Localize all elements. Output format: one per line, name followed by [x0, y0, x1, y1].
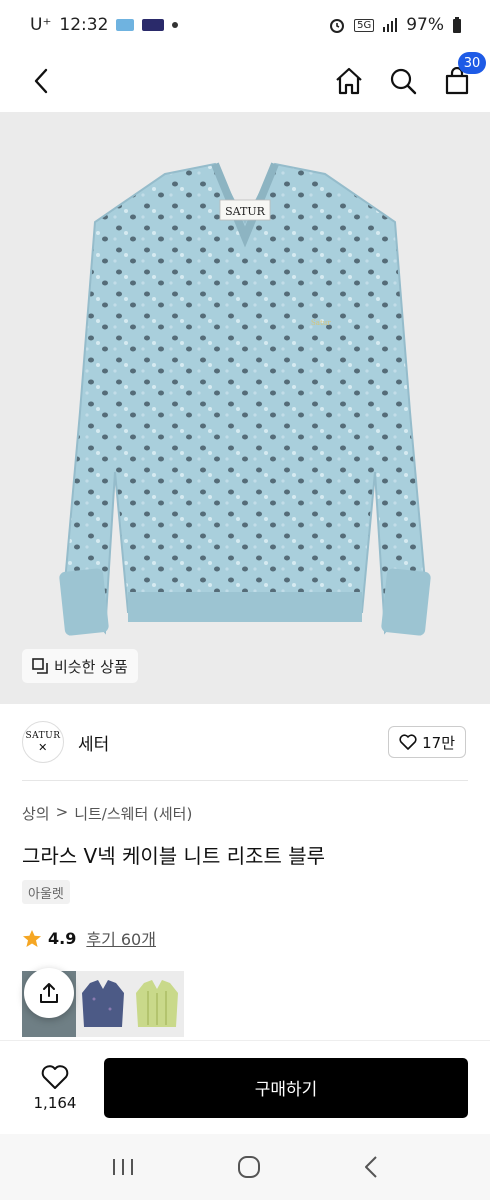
brand-row: SATUR ✕ 세터 17만: [0, 704, 490, 780]
app-notification-icon: [142, 19, 165, 31]
brand-like-count: 17만: [422, 733, 455, 752]
svg-text:Satur: Satur: [311, 319, 331, 327]
product-title: 그라스 V넥 케이블 니트 리조트 블루: [22, 844, 326, 868]
product-image[interactable]: SATUR Satur 비슷한 상품: [0, 112, 490, 704]
variant-thumb-navy[interactable]: [76, 971, 130, 1037]
battery-icon: [453, 17, 461, 33]
brand-logo-text: SATUR: [25, 730, 61, 741]
similar-products-button[interactable]: 비슷한 상품: [22, 649, 138, 683]
breadcrumb: 상의 > 니트/스웨터 (세터): [22, 803, 192, 824]
rating-row: 4.9 후기 60개: [22, 926, 156, 950]
header-actions: 30: [332, 52, 486, 98]
network-type: 5G: [354, 18, 375, 32]
alarm-icon: [330, 19, 345, 33]
brand-name: 세터: [78, 734, 110, 755]
variant-thumb-lime[interactable]: [130, 971, 184, 1037]
wishlist-count: 1,164: [33, 1093, 77, 1112]
weather-icon: [116, 19, 135, 31]
outlet-tag: 아울렛: [22, 880, 70, 904]
clock: 12:32: [59, 15, 109, 35]
sweater-illustration: SATUR Satur: [59, 162, 431, 636]
chevron-left-icon: [34, 68, 48, 94]
review-link[interactable]: 후기 60개: [86, 926, 156, 950]
brand-like-button[interactable]: 17만: [388, 726, 466, 758]
heart-icon: [41, 1064, 69, 1089]
brand-logo: SATUR ✕: [22, 721, 64, 763]
status-right: 5G 97%: [328, 15, 462, 35]
lime-sweater-image: [136, 980, 178, 1027]
navy-sweater-image: [82, 980, 124, 1027]
home-button[interactable]: [332, 64, 366, 98]
search-button[interactable]: [386, 64, 420, 98]
cart-count-badge: 30: [458, 52, 486, 74]
heart-icon: [399, 734, 417, 750]
battery-percent: 97%: [406, 15, 444, 35]
system-nav-bar: [0, 1134, 490, 1200]
garment-label-text: SATUR: [225, 205, 265, 218]
brand-logo-mark: ✕: [38, 740, 48, 754]
copy-icon: [32, 658, 48, 674]
wishlist-button[interactable]: 1,164: [22, 1064, 88, 1112]
signal-icon: [383, 18, 398, 32]
carrier-label: U⁺: [30, 15, 52, 35]
recent-apps-icon[interactable]: [111, 1157, 135, 1177]
more-notifications-icon: [172, 22, 179, 28]
buy-button[interactable]: 구매하기: [104, 1057, 468, 1118]
divider: [22, 780, 468, 781]
star-icon: [23, 929, 41, 947]
similar-products-label: 비슷한 상품: [54, 657, 128, 676]
status-bar: U⁺ 12:32 5G 97%: [0, 0, 490, 50]
bottom-action-bar: 1,164 구매하기: [0, 1040, 490, 1134]
app-header: 30: [0, 50, 490, 112]
home-nav-icon[interactable]: [237, 1155, 261, 1179]
cart-button[interactable]: 30: [440, 52, 486, 98]
share-icon: [40, 983, 58, 1003]
back-nav-icon[interactable]: [363, 1155, 379, 1179]
back-button[interactable]: [24, 64, 58, 98]
status-left: U⁺ 12:32: [30, 15, 179, 35]
breadcrumb-separator: >: [55, 803, 69, 821]
share-button[interactable]: [24, 968, 74, 1018]
rating-value: 4.9: [48, 928, 77, 948]
home-icon: [336, 67, 362, 95]
breadcrumb-category[interactable]: 상의: [22, 803, 50, 824]
breadcrumb-subcategory[interactable]: 니트/스웨터 (세터): [74, 803, 192, 824]
search-icon: [390, 68, 417, 95]
brand-link[interactable]: SATUR ✕ 세터: [22, 721, 109, 763]
